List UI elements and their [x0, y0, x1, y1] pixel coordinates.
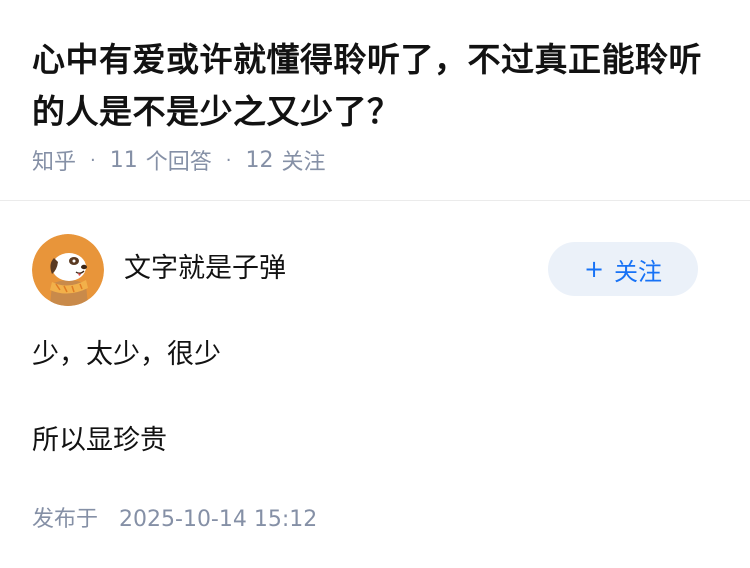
meta-separator: ·: [225, 149, 232, 171]
question-title[interactable]: 心中有爱或许就懂得聆听了，不过真正能聆听的人是不是少之又少了？: [32, 34, 722, 138]
publish-timestamp: 2025-10-14 15:12: [119, 507, 318, 532]
follow-button-label: 关注: [614, 257, 663, 286]
follower-count: 12: [245, 147, 274, 173]
answer-content[interactable]: 少，太少，很少 所以显珍贵: [32, 335, 718, 461]
question-meta: 知乎 · 11 个回答 · 12 关注: [32, 144, 326, 176]
publish-time: 发布于 2025-10-14 15:12: [32, 501, 317, 533]
question-header: 心中有爱或许就懂得聆听了，不过真正能聆听的人是不是少之又少了？ 知乎 · 11 …: [0, 0, 750, 201]
source-label[interactable]: 知乎: [32, 144, 76, 176]
follow-button[interactable]: + 关注: [548, 242, 698, 296]
question-page: 心中有爱或许就懂得聆听了，不过真正能聆听的人是不是少之又少了？ 知乎 · 11 …: [0, 0, 750, 568]
publish-label: 发布于: [32, 507, 99, 532]
meta-separator: ·: [90, 149, 96, 171]
answer-paragraph: 所以显珍贵: [32, 425, 167, 456]
plus-icon: +: [583, 255, 605, 283]
author-row: 文字就是子弹 + 关注: [32, 234, 718, 306]
author-name[interactable]: 文字就是子弹: [124, 251, 286, 287]
answer-item: 文字就是子弹 + 关注 少，太少，很少 所以显珍贵 发布于 2025-10-14…: [0, 201, 750, 568]
answer-count-label: 个回答: [145, 150, 212, 175]
answer-paragraph: 少，太少，很少: [32, 339, 221, 370]
answer-count: 11: [109, 147, 138, 173]
follower-count-label: 关注: [281, 150, 326, 175]
dog-avatar-icon[interactable]: [32, 234, 104, 306]
